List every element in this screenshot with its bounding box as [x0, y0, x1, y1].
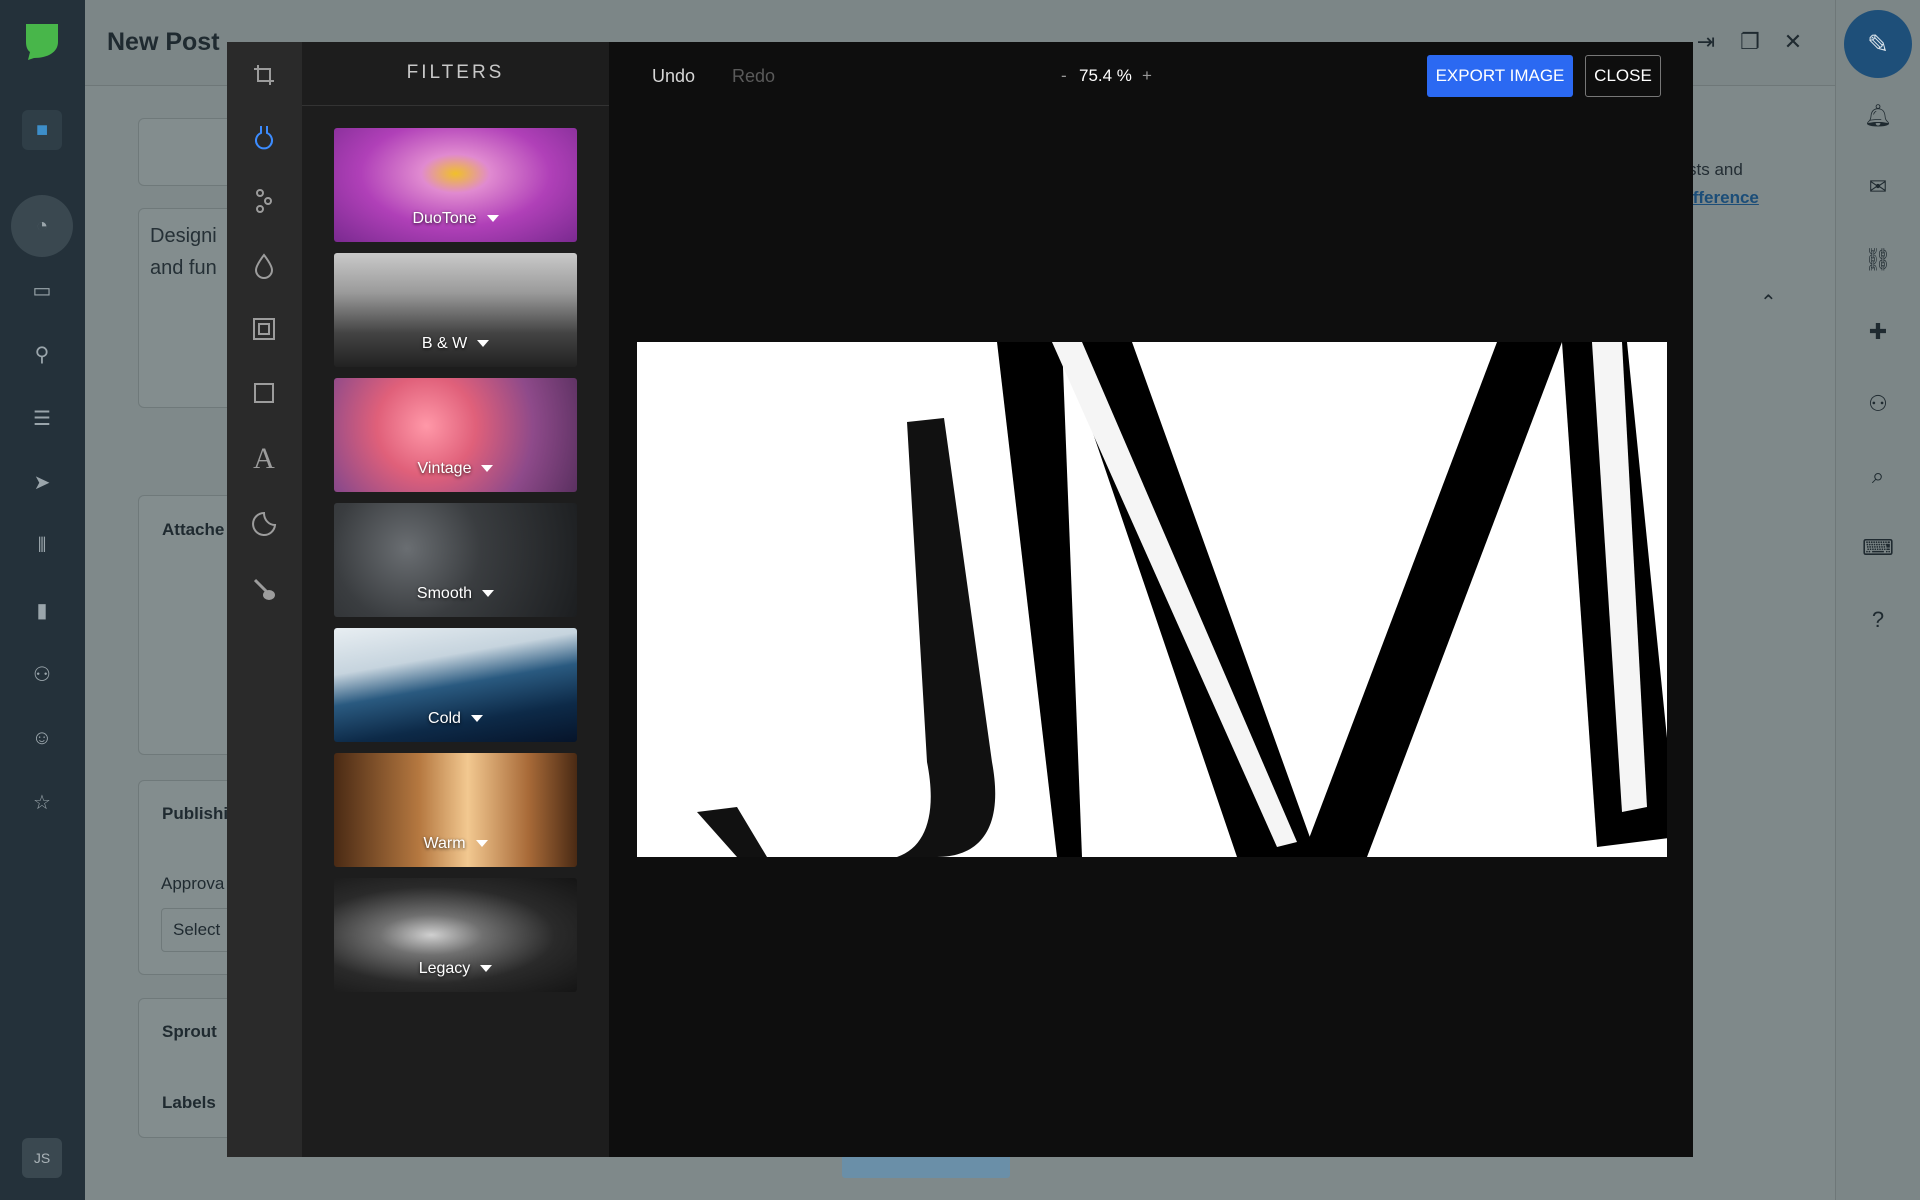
- filter-vintage[interactable]: Vintage: [334, 378, 577, 492]
- approval-label: Approva: [161, 874, 225, 893]
- star-icon[interactable]: ☆: [22, 782, 62, 822]
- filter-label: Warm: [423, 835, 466, 852]
- filter-smooth[interactable]: Smooth: [334, 503, 577, 617]
- publishing-label: Publishi: [162, 804, 229, 823]
- redo-button[interactable]: Redo: [732, 66, 775, 87]
- caret-down-icon[interactable]: [470, 715, 483, 723]
- image-editor-modal: A FILTERS DuoTone B & W Vintage Smooth C…: [227, 42, 1693, 1157]
- image-canvas[interactable]: [637, 342, 1667, 857]
- chat-icon[interactable]: ✉: [1862, 171, 1894, 203]
- inbox-icon[interactable]: ▭: [22, 270, 62, 310]
- filter-label: Smooth: [416, 585, 473, 602]
- filter-label: Cold: [428, 710, 461, 727]
- dashboard-icon[interactable]: ◔: [11, 195, 73, 257]
- approval-select-text: Select: [173, 920, 221, 939]
- page-title: New Post: [107, 28, 220, 56]
- zoom-in-button[interactable]: +: [1142, 66, 1152, 86]
- filter-legacy[interactable]: Legacy: [334, 878, 577, 992]
- caret-down-icon[interactable]: [486, 215, 499, 223]
- filters-title: FILTERS: [406, 62, 505, 83]
- sticker-icon[interactable]: [245, 505, 283, 543]
- side-text: sts and: [1688, 160, 1743, 179]
- caret-down-icon[interactable]: [475, 840, 488, 848]
- composer-text[interactable]: Designi and fun: [150, 220, 217, 284]
- caret-down-icon[interactable]: [481, 465, 494, 473]
- filters-divider: [302, 105, 609, 106]
- caret-down-icon[interactable]: [480, 965, 493, 973]
- keyboard-icon[interactable]: ⌨: [1862, 532, 1894, 564]
- bell-icon[interactable]: 🔔︎: [1862, 100, 1894, 132]
- filters-panel: FILTERS DuoTone B & W Vintage Smooth Col…: [302, 42, 609, 1157]
- link-icon[interactable]: ⛓: [1862, 244, 1894, 276]
- collapse-icon[interactable]: ⇥: [1692, 28, 1720, 56]
- close-editor-button[interactable]: CLOSE: [1585, 55, 1661, 97]
- search-icon[interactable]: ⌕: [1862, 460, 1894, 492]
- team-icon[interactable]: ⚇: [1862, 388, 1894, 420]
- chevron-up-icon[interactable]: ⌃: [1760, 290, 1777, 315]
- caret-down-icon[interactable]: [477, 340, 490, 348]
- adjust-icon[interactable]: [245, 182, 283, 220]
- popout-icon[interactable]: ❐: [1736, 28, 1764, 56]
- drop-icon[interactable]: [245, 247, 283, 285]
- zoom-out-button[interactable]: -: [1061, 66, 1067, 86]
- listening-icon[interactable]: ⦀: [22, 526, 62, 566]
- export-image-button[interactable]: EXPORT IMAGE: [1427, 55, 1573, 97]
- filter-duotone[interactable]: DuoTone: [334, 128, 577, 242]
- labels-label: Labels: [162, 1093, 216, 1112]
- reports-icon[interactable]: ▮: [22, 590, 62, 630]
- compose-icon[interactable]: ✎: [1844, 10, 1912, 78]
- pin-icon[interactable]: ⚲: [22, 334, 62, 374]
- attached-label: Attache: [162, 520, 225, 539]
- side-link[interactable]: ifference: [1688, 188, 1759, 208]
- jm-logo-image: [697, 342, 1667, 857]
- close-icon[interactable]: ✕: [1779, 28, 1807, 56]
- folder-icon[interactable]: ■: [22, 110, 62, 150]
- text-icon[interactable]: A: [245, 440, 283, 478]
- frame-icon[interactable]: [245, 310, 283, 348]
- sprout-logo-icon[interactable]: [22, 20, 62, 62]
- filter-label: B & W: [421, 335, 468, 352]
- list-icon[interactable]: ☰: [22, 398, 62, 438]
- caret-down-icon[interactable]: [482, 590, 495, 598]
- app-nav-sidebar: ■ ◔ ▭ ⚲ ☰ ➤ ⦀ ▮ ⚇ ☺ ☆ JS: [0, 0, 85, 1200]
- filter-label: DuoTone: [412, 210, 477, 227]
- help-icon[interactable]: ?: [1862, 604, 1894, 636]
- filter-bw[interactable]: B & W: [334, 253, 577, 367]
- overlay-icon[interactable]: [245, 374, 283, 412]
- undo-button[interactable]: Undo: [652, 66, 695, 87]
- send-icon[interactable]: ➤: [22, 462, 62, 502]
- filter-warm[interactable]: Warm: [334, 753, 577, 867]
- user-avatar[interactable]: JS: [22, 1138, 62, 1178]
- add-icon[interactable]: ✚: [1862, 316, 1894, 348]
- filter-label: Vintage: [417, 460, 472, 477]
- zoom-value: 75.4 %: [1079, 66, 1132, 85]
- editor-tool-rail: A: [227, 42, 302, 1157]
- sprout-label: Sprout: [162, 1022, 217, 1041]
- bot-icon[interactable]: ☺: [22, 718, 62, 758]
- crop-icon[interactable]: [245, 56, 283, 94]
- people-icon[interactable]: ⚇: [22, 654, 62, 694]
- filter-label: Legacy: [418, 960, 471, 977]
- brush-icon[interactable]: [245, 570, 283, 608]
- filter-flask-icon[interactable]: [245, 118, 283, 156]
- filter-cold[interactable]: Cold: [334, 628, 577, 742]
